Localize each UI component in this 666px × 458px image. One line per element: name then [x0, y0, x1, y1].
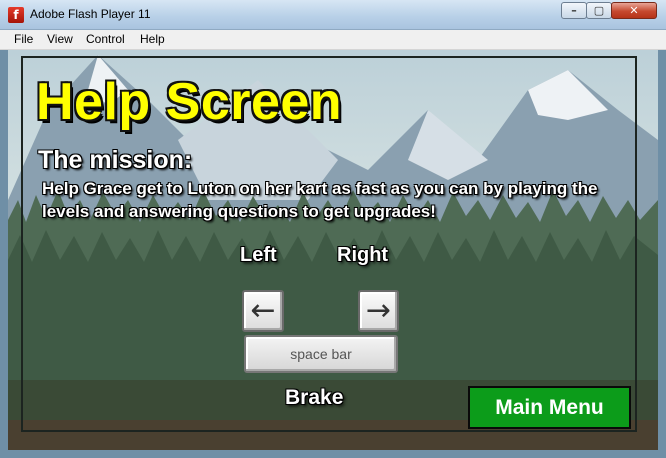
left-arrow-icon: ← — [250, 293, 276, 328]
minimize-button[interactable]: – — [561, 2, 587, 19]
menu-help[interactable]: Help — [140, 32, 165, 46]
menu-control[interactable]: Control — [86, 32, 125, 46]
help-screen-title: Help Screen — [36, 73, 343, 131]
left-arrow-key: ← — [242, 290, 284, 332]
main-menu-button[interactable]: Main Menu — [468, 386, 631, 429]
window-titlebar[interactable]: f Adobe Flash Player 11 – ▢ ✕ — [0, 0, 666, 30]
space-bar-key: space bar — [244, 335, 398, 373]
right-arrow-key: → — [358, 290, 399, 332]
brake-control-label: Brake — [285, 386, 344, 409]
menu-bar: File View Control Help — [0, 30, 666, 50]
right-control-label: Right — [337, 244, 389, 266]
flash-icon: f — [8, 7, 24, 23]
menu-view[interactable]: View — [47, 32, 73, 46]
mission-description: Help Grace get to Luton on her kart as f… — [42, 179, 598, 221]
menu-file[interactable]: File — [14, 32, 33, 46]
mission-heading: The mission: — [38, 146, 193, 174]
window-title: Adobe Flash Player 11 — [30, 7, 151, 21]
close-button[interactable]: ✕ — [611, 2, 657, 19]
right-arrow-icon: → — [365, 293, 392, 328]
game-stage[interactable]: Help Screen The mission: Help Grace get … — [8, 50, 658, 450]
maximize-button[interactable]: ▢ — [586, 2, 612, 19]
left-control-label: Left — [240, 244, 277, 266]
